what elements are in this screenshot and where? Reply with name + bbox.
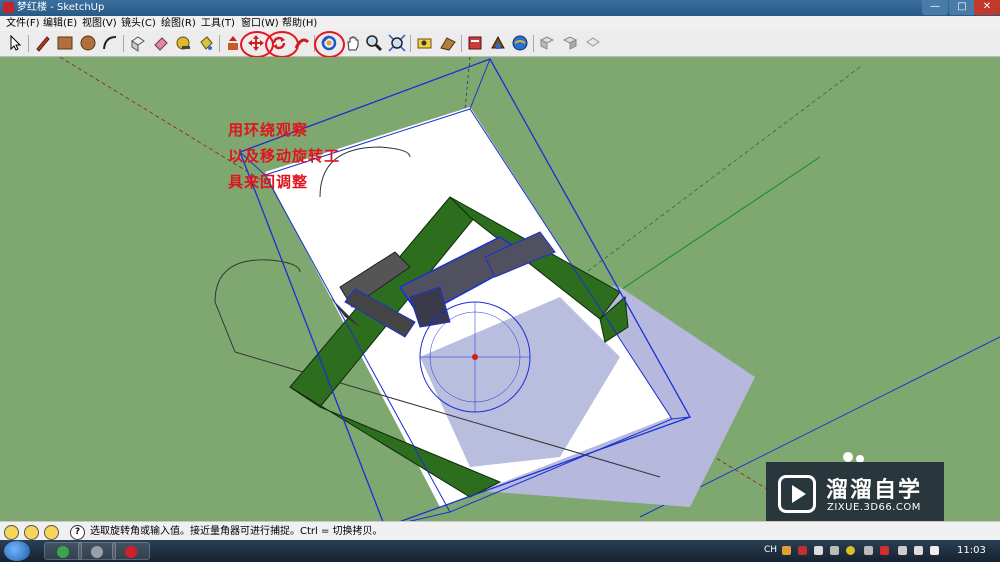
menu-edit[interactable]: 编辑(E) [43, 17, 77, 30]
tray-icon[interactable] [846, 546, 855, 555]
status-hint: 选取旋转角或输入值。接近量角器可进行捕捉。Ctrl = 切换拷贝。 [90, 526, 383, 537]
tray-icon[interactable] [782, 546, 791, 555]
volume-icon[interactable] [930, 546, 939, 555]
tray-icon[interactable] [880, 546, 889, 555]
circle-icon[interactable] [79, 34, 97, 52]
user-icon[interactable] [44, 525, 59, 540]
select-icon[interactable] [6, 34, 24, 52]
menu-file[interactable]: 文件(F) [6, 17, 40, 30]
toolbar-separator [410, 35, 411, 52]
menu-tools[interactable]: 工具(T) [201, 17, 235, 30]
geo-location-icon[interactable] [4, 525, 19, 540]
zoom-icon[interactable] [365, 34, 383, 52]
network-icon[interactable] [898, 546, 907, 555]
toolbar-separator [219, 35, 220, 52]
tray-icon[interactable] [864, 546, 873, 555]
maximize-button[interactable]: □ [949, 0, 975, 15]
status-bar: ? 选取旋转角或输入值。接近量角器可进行捕捉。Ctrl = 切换拷贝。 [0, 521, 1000, 541]
rectangle-icon[interactable] [56, 34, 74, 52]
tray-icon[interactable] [830, 546, 839, 555]
highlight-circle-rotate [265, 31, 299, 58]
taskbar: CH 11:03 [0, 540, 1000, 562]
close-button[interactable]: ✕ [974, 0, 1000, 15]
rotate-center-point [472, 354, 478, 360]
components-icon[interactable] [129, 34, 147, 52]
watermark-url: ZIXUE.3D66.COM [827, 502, 921, 513]
section-display-icon[interactable] [584, 34, 602, 52]
toolbar-separator [533, 35, 534, 52]
menu-window[interactable]: 窗口(W) [241, 17, 279, 30]
annotation-line-1: 用环绕观察 [228, 121, 309, 139]
menu-bar: 文件(F) 编辑(E) 视图(V) 镜头(C) 绘图(R) 工具(T) 窗口(W… [0, 16, 1000, 32]
annotation-text: 用环绕观察 以及移动旋转工 具来回调整 [228, 117, 340, 195]
paint-bucket-icon[interactable] [197, 34, 215, 52]
menu-camera[interactable]: 镜头(C) [121, 17, 156, 30]
eraser-icon[interactable] [152, 34, 170, 52]
section-icon[interactable] [538, 34, 556, 52]
arc-icon[interactable] [101, 34, 119, 52]
toolbar-separator [461, 35, 462, 52]
play-logo-icon [778, 475, 816, 513]
viewport-canvas [0, 56, 1000, 528]
pan-icon[interactable] [344, 34, 362, 52]
menu-view[interactable]: 视图(V) [82, 17, 117, 30]
watermark: 溜溜自学 ZIXUE.3D66.COM [766, 462, 944, 526]
taskbar-app-media[interactable] [78, 542, 116, 560]
battery-icon[interactable] [914, 546, 923, 555]
walk-icon[interactable] [439, 34, 457, 52]
tape-measure-icon[interactable] [174, 34, 192, 52]
toolbar-separator [28, 35, 29, 52]
title-bar: 梦红楼 - SketchUp — □ ✕ [0, 0, 1000, 16]
help-icon[interactable]: ? [70, 525, 85, 540]
menu-help[interactable]: 帮助(H) [282, 17, 317, 30]
ime-indicator[interactable]: CH [764, 545, 777, 555]
taskbar-app-sketchup[interactable] [112, 542, 150, 560]
clock[interactable]: 11:03 [957, 545, 986, 556]
toolbar [0, 31, 1000, 58]
minimize-button[interactable]: — [922, 0, 948, 15]
highlight-circle-orbit [314, 31, 345, 58]
look-around-icon[interactable] [466, 34, 484, 52]
annotation-line-3: 具来回调整 [228, 173, 309, 191]
get-models-icon[interactable] [511, 34, 529, 52]
section-fill-icon[interactable] [561, 34, 579, 52]
tray-icon[interactable] [798, 546, 807, 555]
window-title: 梦红楼 - SketchUp [17, 2, 105, 13]
toolbar-separator [123, 35, 124, 52]
position-camera-icon[interactable] [416, 34, 434, 52]
annotation-line-2: 以及移动旋转工 [228, 147, 341, 165]
zoom-extents-icon[interactable] [388, 34, 406, 52]
pencil-icon[interactable] [34, 34, 52, 52]
watermark-title: 溜溜自学 [826, 478, 923, 503]
tray-icon[interactable] [814, 546, 823, 555]
model-viewport[interactable]: 用环绕观察 以及移动旋转工 具来回调整 [0, 56, 1000, 528]
start-button[interactable] [4, 541, 30, 561]
materials-icon[interactable] [489, 34, 507, 52]
taskbar-app-browser[interactable] [44, 542, 82, 560]
credits-icon[interactable] [24, 525, 39, 540]
sketchup-app-icon [3, 2, 14, 13]
menu-draw[interactable]: 绘图(R) [161, 17, 196, 30]
